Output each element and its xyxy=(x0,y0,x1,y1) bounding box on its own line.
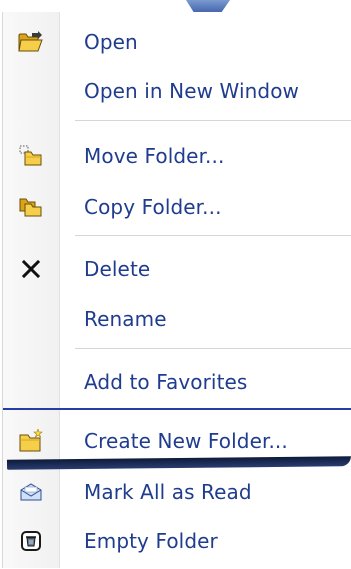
menu-separator xyxy=(75,348,351,349)
menu-item-empty-folder[interactable]: Empty Folder xyxy=(3,517,351,565)
menu-item-open[interactable]: Open xyxy=(3,18,351,66)
menu-separator xyxy=(75,120,351,121)
new-folder-icon xyxy=(3,417,59,465)
menu-item-rename[interactable]: Rename xyxy=(3,295,351,343)
menu-separator xyxy=(75,235,351,236)
folder-open-icon xyxy=(3,18,59,66)
mark-read-envelope-icon xyxy=(3,468,59,516)
menu-item-label: Move Folder... xyxy=(84,144,225,168)
menu-item-label: Mark All as Read xyxy=(84,480,252,504)
menu-item-delete[interactable]: Delete xyxy=(3,245,351,293)
delete-x-icon xyxy=(3,245,59,293)
menu-separator-accent xyxy=(3,408,351,410)
menu-item-add-to-favorites[interactable]: Add to Favorites xyxy=(3,358,351,406)
menu-item-label: Open xyxy=(84,30,138,54)
menu-item-open-new-window[interactable]: Open in New Window xyxy=(3,67,351,115)
folder-context-menu: Open Open in New Window Move Folder... C… xyxy=(2,12,351,568)
menu-item-mark-all-read[interactable]: Mark All as Read xyxy=(3,468,351,516)
menu-item-move-folder[interactable]: Move Folder... xyxy=(3,132,351,180)
menu-item-copy-folder[interactable]: Copy Folder... xyxy=(3,183,351,231)
copy-folder-icon xyxy=(3,183,59,231)
move-folder-icon xyxy=(3,132,59,180)
menu-item-label: Copy Folder... xyxy=(84,195,222,219)
menu-item-label: Open in New Window xyxy=(84,79,300,103)
menu-item-label: Delete xyxy=(84,257,151,281)
menu-item-label: Empty Folder xyxy=(84,529,218,553)
menu-item-label: Rename xyxy=(84,307,167,331)
empty-folder-bin-icon xyxy=(3,517,59,565)
menu-item-label: Create New Folder... xyxy=(84,429,288,453)
menu-item-label: Add to Favorites xyxy=(84,370,248,394)
